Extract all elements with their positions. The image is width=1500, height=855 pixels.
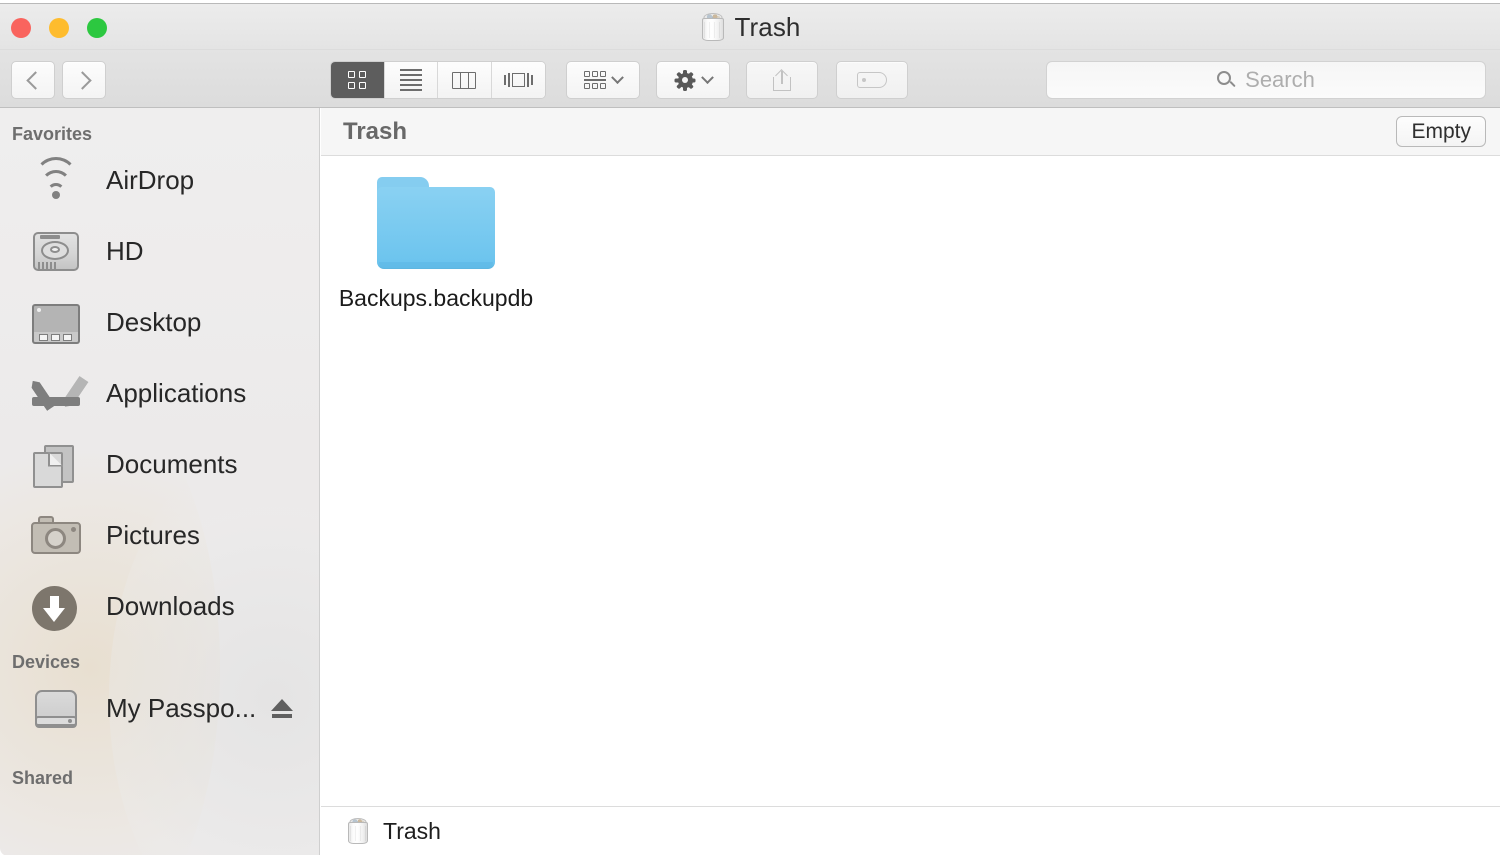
icon-view-button[interactable] [331,62,385,98]
page-title: Trash [343,117,408,145]
list-view-icon [399,69,422,91]
title-bar: Trash [0,4,1500,50]
sidebar-item-downloads[interactable]: Downloads [0,571,319,642]
chevron-down-icon [700,70,714,84]
content-area: Trash Empty Backups.backupdb [321,108,1500,855]
trash-icon [700,12,726,42]
forward-button[interactable] [62,61,106,99]
action-menu-button[interactable] [656,61,730,99]
sidebar-item-label: My Passpo... [106,693,257,723]
file-grid: Backups.backupdb [321,157,1500,807]
chevron-right-icon [72,70,92,90]
sidebar-section-favorites: Favorites [12,124,93,144]
downloads-icon [27,582,85,632]
search-icon [1217,70,1236,90]
tag-icon [857,72,887,88]
view-mode-segmented-control[interactable] [330,61,546,99]
sidebar-item-label: Pictures [106,520,200,550]
sidebar-item-applications[interactable]: Applications [0,358,319,429]
applications-icon [27,369,85,419]
desktop-icon [27,298,85,348]
content-header: Trash Empty [321,108,1500,156]
sidebar-section-devices: Devices [12,652,81,672]
sidebar-item-label: Applications [106,378,247,408]
eject-icon[interactable] [271,698,293,720]
sidebar: Favorites AirDrop HD Desktop Application… [0,108,320,855]
gallery-view-button[interactable] [491,62,545,98]
arrange-button[interactable] [566,61,640,99]
chevron-down-icon [611,70,624,84]
empty-trash-button[interactable]: Empty [1396,116,1486,147]
file-name-label: Backups.backupdb [338,285,534,311]
sidebar-item-hd[interactable]: HD [0,216,319,287]
finder-window: Trash Search Favorites AirDrop HD Deskto… [0,3,1500,855]
arrange-icon [584,71,606,89]
hard-drive-icon [27,227,85,277]
external-drive-icon [27,684,85,734]
column-view-icon [452,71,477,89]
sidebar-section-shared: Shared [12,768,74,788]
sidebar-item-label: Desktop [106,307,202,337]
sidebar-item-desktop[interactable]: Desktop [0,287,319,358]
sidebar-item-label: HD [106,236,144,266]
window-title: Trash [734,11,801,42]
sidebar-item-my-passport[interactable]: My Passpo... [0,673,319,744]
pictures-icon [27,511,85,561]
sidebar-item-pictures[interactable]: Pictures [0,500,319,571]
column-view-button[interactable] [438,62,492,98]
gear-icon [674,69,696,91]
toolbar: Search [0,50,1500,108]
status-label: Trash [383,817,441,844]
grid-view-icon [348,71,367,89]
sidebar-item-documents[interactable]: Documents [0,429,319,500]
airdrop-icon [27,156,85,206]
file-item-backups[interactable]: Backups.backupdb [331,177,541,314]
trash-icon [346,817,370,845]
back-button[interactable] [11,61,55,99]
documents-icon [27,440,85,490]
status-bar: Trash [321,806,1500,855]
list-view-button[interactable] [384,62,438,98]
sidebar-item-label: Downloads [106,591,235,621]
tag-button[interactable] [836,61,908,99]
share-icon [773,68,791,91]
sidebar-item-label: AirDrop [106,165,195,195]
share-button[interactable] [746,61,818,99]
window-title-group: Trash [0,4,1500,50]
sidebar-item-airdrop[interactable]: AirDrop [0,145,319,216]
gallery-view-icon [503,73,533,87]
search-field[interactable]: Search [1046,61,1486,99]
search-input[interactable]: Search [1245,67,1315,93]
chevron-left-icon [25,70,45,90]
sidebar-item-label: Documents [106,449,238,479]
folder-icon [377,177,495,271]
